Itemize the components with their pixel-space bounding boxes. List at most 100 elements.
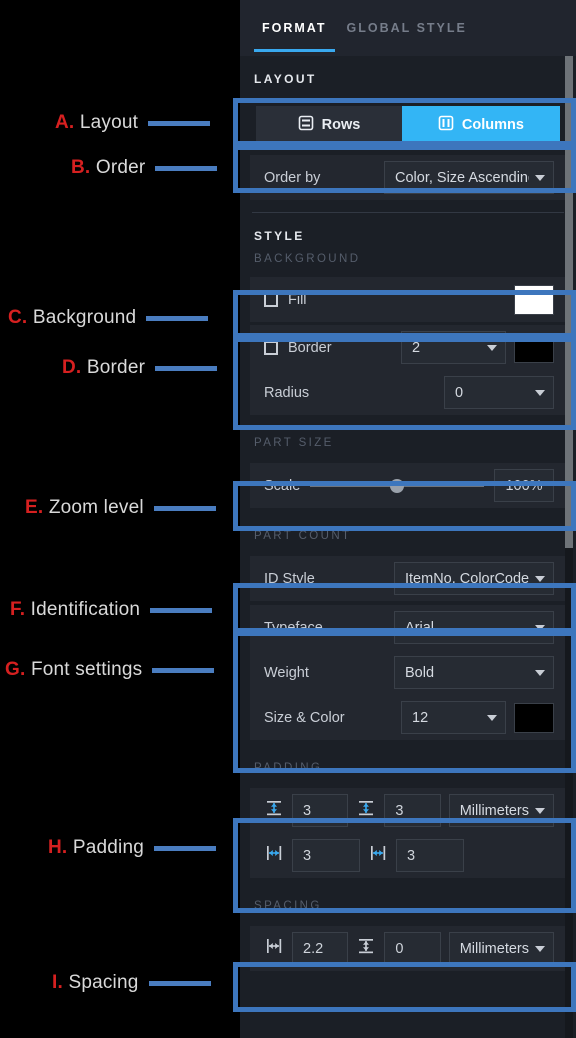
chevron-down-icon — [535, 807, 545, 814]
annotation-leader-line — [155, 165, 218, 171]
border-width-value: 2 — [412, 339, 421, 356]
layout-columns-button[interactable]: Columns — [401, 105, 560, 144]
panel-scrollbar-thumb[interactable] — [565, 56, 573, 548]
annotation-f: F. Identification — [10, 597, 213, 623]
scale-value: 100% — [505, 477, 543, 494]
typeface-value: Arial — [405, 619, 435, 636]
spacing-horizontal-input[interactable]: 2.2 — [292, 932, 349, 965]
annotation-leader-line — [155, 365, 218, 371]
padding-top-value: 3 — [303, 802, 312, 819]
radius-row: Radius 0 — [250, 370, 566, 415]
chevron-down-icon — [535, 945, 545, 952]
annotation-label: A. Layout — [55, 112, 139, 133]
layout-columns-label: Columns — [461, 116, 524, 133]
layout-rows-button[interactable]: Rows — [256, 105, 402, 144]
panel-tabbar: FORMAT GLOBAL STYLE — [240, 0, 576, 56]
id-style-select[interactable]: ItemNo, ColorCode — [394, 562, 554, 595]
columns-icon — [438, 115, 454, 135]
subsection-padding-header: PADDING — [254, 762, 323, 774]
font-color-swatch[interactable] — [514, 702, 554, 733]
spacing-unit-select[interactable]: Millimeters — [448, 932, 554, 965]
padding-vertical-row: 3 3 Millimeters — [250, 788, 566, 833]
annotation-letter: D. — [62, 357, 82, 378]
annotation-label: B. Order — [71, 157, 146, 178]
scale-slider[interactable] — [310, 469, 484, 502]
scale-row: Scale 100% — [250, 463, 566, 508]
chevron-down-icon — [487, 344, 497, 351]
id-style-label: ID Style — [264, 570, 315, 587]
annotation-letter: A. — [55, 112, 75, 133]
spacing-vertical-input[interactable]: 0 — [384, 932, 441, 965]
order-by-value: Color, Size Ascending — [395, 169, 529, 186]
spacing-horizontal-value: 2.2 — [303, 940, 324, 957]
radius-select[interactable]: 0 — [444, 376, 554, 409]
weight-select[interactable]: Bold — [394, 656, 554, 689]
id-style-value: ItemNo, ColorCode — [405, 570, 529, 587]
padding-bottom-icon — [356, 798, 376, 823]
border-label: Border — [288, 339, 332, 356]
padding-unit-value: Millimeters — [459, 802, 529, 819]
rows-icon — [298, 115, 314, 135]
size-color-row: Size & Color 12 — [250, 695, 566, 740]
annotation-b: B. Order — [71, 155, 218, 181]
annotation-g: G. Font settings — [5, 657, 215, 683]
padding-left-input[interactable]: 3 — [292, 839, 360, 872]
subsection-part-count-header: PART COUNT — [254, 530, 352, 542]
font-size-select[interactable]: 12 — [401, 701, 506, 734]
chevron-down-icon — [535, 174, 545, 181]
fill-color-swatch[interactable] — [514, 284, 554, 315]
fill-row: Fill — [250, 277, 566, 322]
fill-checkbox[interactable] — [264, 292, 278, 307]
tab-global-style[interactable]: GLOBAL STYLE — [337, 0, 477, 56]
annotation-leader-line — [154, 845, 217, 851]
annotation-letter: F. — [10, 599, 26, 620]
padding-unit-select[interactable]: Millimeters — [448, 794, 554, 827]
annotation-d: D. Border — [62, 355, 218, 381]
padding-bottom-value: 3 — [395, 802, 404, 819]
annotation-label: D. Border — [62, 357, 146, 378]
annotation-label: I. Spacing — [52, 972, 139, 993]
spacing-unit-value: Millimeters — [459, 940, 529, 957]
annotation-leader-line — [153, 505, 216, 511]
annotation-leader-line — [146, 315, 209, 321]
padding-left-icon — [264, 843, 284, 868]
scale-slider-thumb[interactable] — [390, 478, 405, 493]
annotation-letter: I. — [52, 972, 63, 993]
size-color-label: Size & Color — [264, 709, 345, 726]
annotation-leader-line — [150, 607, 213, 613]
border-width-select[interactable]: 2 — [401, 331, 506, 364]
padding-bottom-input[interactable]: 3 — [384, 794, 441, 827]
subsection-part-size-header: PART SIZE — [254, 437, 334, 449]
section-layout-header: LAYOUT — [240, 56, 576, 86]
chevron-down-icon — [535, 624, 545, 631]
annotation-label: C. Background — [8, 307, 137, 328]
subsection-spacing-header: SPACING — [254, 900, 322, 912]
id-style-row: ID Style ItemNo, ColorCode — [250, 556, 566, 601]
border-color-swatch[interactable] — [514, 332, 554, 363]
layout-rows-label: Rows — [321, 116, 361, 133]
annotation-letter: B. — [71, 157, 91, 178]
weight-row: Weight Bold — [250, 650, 566, 695]
padding-left-value: 3 — [303, 847, 312, 864]
padding-horizontal-row: 3 3 — [250, 833, 566, 878]
typeface-select[interactable]: Arial — [394, 611, 554, 644]
scale-value-box[interactable]: 100% — [494, 469, 554, 502]
font-size-value: 12 — [412, 709, 429, 726]
format-panel: FORMAT GLOBAL STYLE LAYOUT Rows Columns … — [240, 0, 576, 1038]
chevron-down-icon — [487, 714, 497, 721]
padding-top-icon — [264, 798, 284, 823]
order-by-row: Order by Color, Size Ascending — [250, 155, 566, 200]
weight-label: Weight — [264, 664, 309, 681]
tab-format[interactable]: FORMAT — [252, 0, 337, 56]
padding-top-input[interactable]: 3 — [292, 794, 349, 827]
order-by-label: Order by — [264, 169, 321, 186]
radius-label: Radius — [264, 384, 310, 401]
padding-right-input[interactable]: 3 — [396, 839, 464, 872]
chevron-down-icon — [535, 669, 545, 676]
annotation-leader-line — [148, 980, 211, 986]
order-by-select[interactable]: Color, Size Ascending — [384, 161, 554, 194]
annotation-letter: G. — [5, 659, 26, 680]
chevron-down-icon — [535, 389, 545, 396]
border-checkbox[interactable] — [264, 340, 278, 355]
annotation-label: H. Padding — [48, 837, 145, 858]
